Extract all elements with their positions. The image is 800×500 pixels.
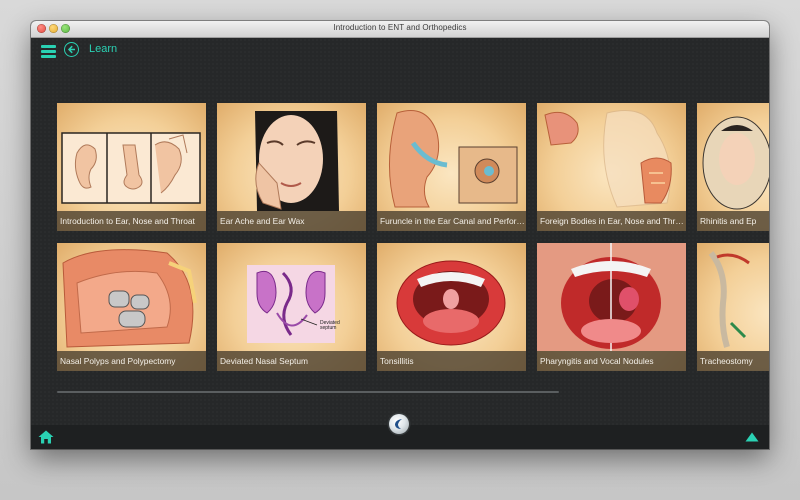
topic-card-foreign-bodies[interactable]: Foreign Bodies in Ear, Nose and Throat xyxy=(537,103,686,231)
foreign-bodies-illustration xyxy=(544,110,672,208)
diagram-label-deviated-septum: Deviated septum xyxy=(320,320,340,331)
topic-card-title: Tracheostomy xyxy=(697,351,769,371)
topic-card-title: Nasal Polyps and Polypectomy xyxy=(57,351,206,371)
topic-card-title: Introduction to Ear, Nose and Throat xyxy=(57,211,206,231)
horizontal-scrollbar[interactable] xyxy=(57,391,559,393)
topic-card-nasal-polyps[interactable]: Nasal Polyps and Polypectomy xyxy=(57,243,206,371)
window-titlebar: Introduction to ENT and Orthopedics xyxy=(31,21,769,38)
app-logo-icon[interactable] xyxy=(389,414,409,434)
ear-ache-illustration xyxy=(255,111,339,211)
ear-nose-throat-illustration xyxy=(61,132,201,204)
tracheostomy-illustration xyxy=(708,251,750,348)
topic-card-title: Tonsillitis xyxy=(377,351,526,371)
topic-card-tonsillitis[interactable]: Tonsillitis xyxy=(377,243,526,371)
tonsillitis-illustration xyxy=(396,260,506,346)
app-window: Introduction to ENT and Orthopedics Lear… xyxy=(31,21,769,449)
bottom-bar xyxy=(31,414,769,449)
ear-canal-illustration xyxy=(389,110,518,208)
topic-card-title: Deviated Nasal Septum xyxy=(217,351,366,371)
nasal-polyps-illustration xyxy=(62,249,197,348)
topic-card-deviated-septum[interactable]: Deviated septum Deviated Nasal Septum xyxy=(217,243,366,371)
deviated-septum-illustration xyxy=(247,265,335,343)
topic-card-title: Ear Ache and Ear Wax xyxy=(217,211,366,231)
topic-card-furuncle[interactable]: Furuncle in the Ear Canal and Perfora... xyxy=(377,103,526,231)
topic-card-title: Foreign Bodies in Ear, Nose and Throat xyxy=(537,211,686,231)
topic-card-title: Pharyngitis and Vocal Nodules xyxy=(537,351,686,371)
up-arrow-icon[interactable] xyxy=(745,432,759,442)
topic-card-ear-ache[interactable]: Ear Ache and Ear Wax xyxy=(217,103,366,231)
topic-card-pharyngitis[interactable]: Pharyngitis and Vocal Nodules xyxy=(537,243,686,371)
window-title: Introduction to ENT and Orthopedics xyxy=(333,23,467,32)
hamburger-menu-icon[interactable] xyxy=(41,45,56,59)
back-arrow-icon[interactable] xyxy=(64,42,79,57)
page-title: Learn xyxy=(89,43,118,55)
topic-card-introduction-ent[interactable]: Introduction to Ear, Nose and Throat xyxy=(57,103,206,231)
rhinitis-illustration xyxy=(702,116,769,210)
home-icon[interactable] xyxy=(38,430,54,444)
app-content: Learn Introduction to Ear, Nose and Thro… xyxy=(31,38,769,449)
topic-card-title: Rhinitis and Ep xyxy=(697,211,769,231)
topic-card-rhinitis[interactable]: Rhinitis and Ep xyxy=(697,103,769,231)
pharyngitis-illustration xyxy=(537,243,686,351)
topic-card-tracheostomy[interactable]: Tracheostomy xyxy=(697,243,769,371)
topic-card-title: Furuncle in the Ear Canal and Perfora... xyxy=(377,211,526,231)
